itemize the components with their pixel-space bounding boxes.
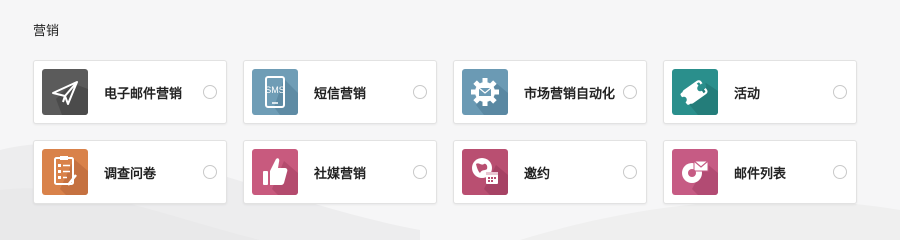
ticket-icon (672, 69, 718, 115)
app-label: 活动 (734, 87, 761, 102)
select-radio[interactable] (623, 165, 637, 179)
section-title: 营销 (33, 24, 60, 39)
app-card-invitations[interactable]: 邀约 (453, 140, 647, 204)
app-card-sms-marketing[interactable]: SMS 短信营销 (243, 60, 437, 124)
paper-plane-icon (42, 69, 88, 115)
mailing-list-icon (672, 149, 718, 195)
gear-envelope-icon (462, 69, 508, 115)
app-label: 调查问卷 (104, 167, 157, 182)
survey-clipboard-icon (42, 149, 88, 195)
thumbs-up-icon (252, 149, 298, 195)
select-radio[interactable] (203, 165, 217, 179)
app-card-mailing-list[interactable]: 邮件列表 (663, 140, 857, 204)
app-card-survey[interactable]: 调查问卷 (33, 140, 227, 204)
svg-text:SMS: SMS (265, 85, 285, 95)
app-label: 社媒营销 (314, 167, 367, 182)
app-card-email-marketing[interactable]: 电子邮件营销 (33, 60, 227, 124)
app-label: 市场营销自动化 (524, 87, 616, 102)
app-grid: 电子邮件营销 SMS 短信营销 市场营销自动化 活动 调查问卷 社媒营销 邀约 … (33, 60, 859, 204)
app-label: 邮件列表 (734, 167, 787, 182)
select-radio[interactable] (833, 165, 847, 179)
globe-calendar-icon (462, 149, 508, 195)
select-radio[interactable] (623, 85, 637, 99)
sms-phone-icon: SMS (252, 69, 298, 115)
select-radio[interactable] (833, 85, 847, 99)
app-card-events[interactable]: 活动 (663, 60, 857, 124)
app-label: 短信营销 (314, 87, 367, 102)
app-card-social-marketing[interactable]: 社媒营销 (243, 140, 437, 204)
app-card-marketing-automation[interactable]: 市场营销自动化 (453, 60, 647, 124)
select-radio[interactable] (203, 85, 217, 99)
select-radio[interactable] (413, 85, 427, 99)
app-label: 邀约 (524, 167, 551, 182)
select-radio[interactable] (413, 165, 427, 179)
app-label: 电子邮件营销 (104, 87, 183, 102)
